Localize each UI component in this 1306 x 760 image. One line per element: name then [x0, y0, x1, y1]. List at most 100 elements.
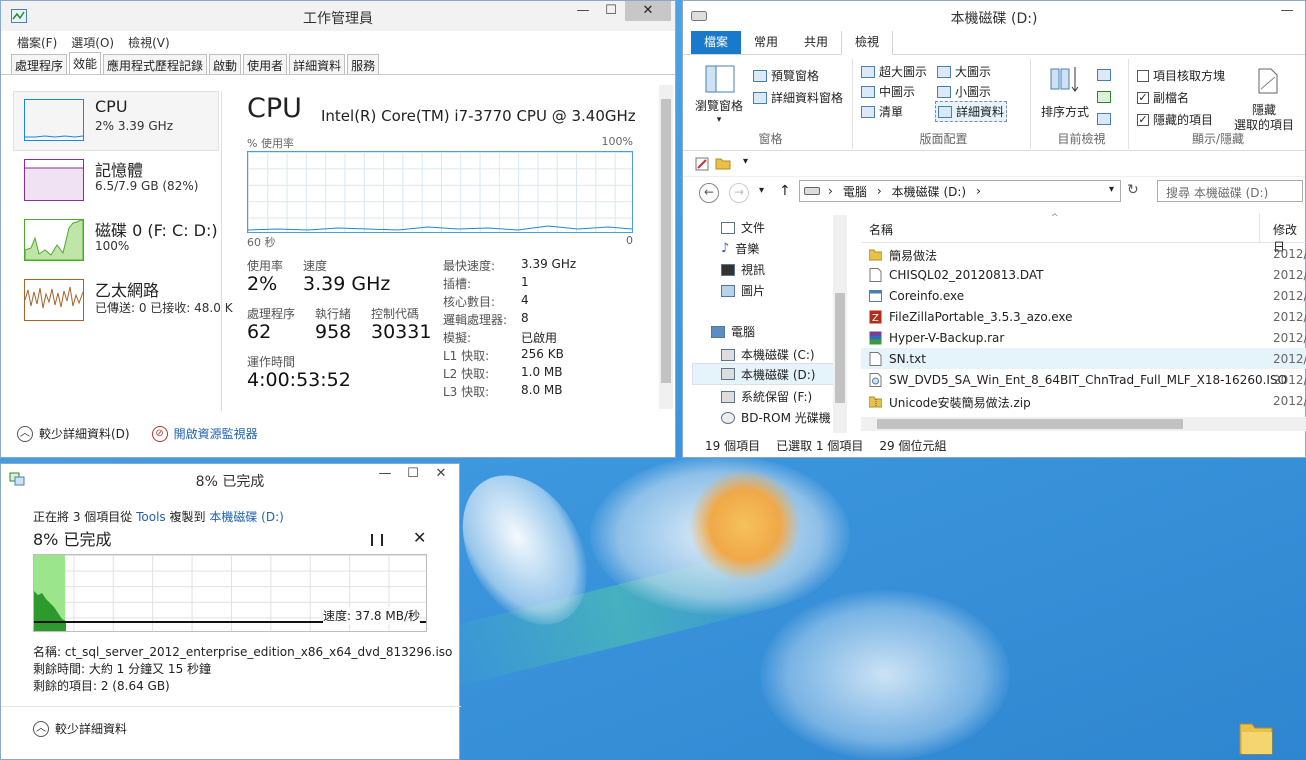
- navigation-pane-icon[interactable]: [705, 65, 735, 93]
- layout-small[interactable]: 小圖示: [937, 83, 991, 100]
- title-bar[interactable]: 工作管理員 — ☐ ✕: [1, 1, 675, 31]
- column-divider[interactable]: [1259, 213, 1260, 243]
- tab-view[interactable]: 檢視: [841, 28, 894, 55]
- folder-icon[interactable]: [1238, 714, 1274, 756]
- layout-large[interactable]: 大圖示: [937, 63, 991, 80]
- file-row[interactable]: SN.txt 2012/: [861, 348, 1306, 369]
- nav-item-drive-d[interactable]: 本機磁碟 (D:): [691, 363, 837, 385]
- destination-link[interactable]: 本機磁碟 (D:): [209, 510, 283, 524]
- fewer-details-link[interactable]: 較少詳細資料: [55, 720, 127, 737]
- layout-extra-large[interactable]: 超大圖示: [861, 63, 927, 80]
- customize-toolbar-icon[interactable]: ▾: [743, 156, 748, 167]
- menu-view[interactable]: 檢視(V): [128, 34, 170, 51]
- resource-item-disk[interactable]: 磁碟 0 (F: C: D:) 100%: [13, 211, 219, 271]
- pane-divider[interactable]: [221, 91, 222, 411]
- layout-medium[interactable]: 中圖示: [861, 83, 915, 100]
- file-row[interactable]: Hyper-V-Backup.rar 2012/: [861, 327, 1306, 348]
- resource-monitor-icon[interactable]: ⊘: [151, 425, 168, 442]
- nav-item-pictures[interactable]: 圖片: [721, 282, 765, 299]
- file-row[interactable]: CHISQL02_20120813.DAT 2012/: [861, 264, 1306, 285]
- properties-icon[interactable]: [695, 157, 709, 171]
- back-button[interactable]: ←: [699, 183, 719, 203]
- breadcrumb-computer[interactable]: 電腦: [843, 183, 867, 200]
- file-row[interactable]: 簡易做法 2012/: [861, 243, 1306, 264]
- minimize-button[interactable]: —: [569, 1, 597, 21]
- navigation-pane-button[interactable]: 瀏覽窗格 ▾: [695, 99, 743, 127]
- fewer-details-link[interactable]: 較少詳細資料(D): [39, 425, 130, 442]
- checkbox[interactable]: [1137, 69, 1149, 82]
- file-row[interactable]: Coreinfo.exe 2012/: [861, 285, 1306, 306]
- tab-app-history[interactable]: 應用程式歷程記錄: [103, 54, 208, 74]
- tab-users[interactable]: 使用者: [243, 54, 288, 74]
- chevron-up-icon[interactable]: ︿: [33, 720, 49, 737]
- item-checkboxes-toggle[interactable]: 項目核取方塊: [1137, 67, 1225, 84]
- source-link[interactable]: Tools: [136, 510, 166, 524]
- resource-item-ethernet[interactable]: 乙太網路 已傳送: 0 已接收: 48.0 K: [13, 271, 233, 331]
- nav-item-computer[interactable]: 電腦: [711, 323, 755, 340]
- sort-by-button[interactable]: 排序方式: [1041, 103, 1089, 120]
- resource-item-memory[interactable]: 記憶體 6.5/7.9 GB (82%): [13, 151, 219, 211]
- file-row[interactable]: SW_DVD5_SA_Win_Ent_8_64BIT_ChnTrad_Full_…: [861, 369, 1306, 390]
- layout-list[interactable]: 清單: [861, 103, 903, 120]
- checkbox-checked[interactable]: ✓: [1137, 113, 1149, 126]
- tab-share[interactable]: 共用: [791, 29, 841, 54]
- vertical-scrollbar[interactable]: [659, 85, 673, 409]
- forward-button[interactable]: →: [729, 183, 749, 203]
- tab-file[interactable]: 檔案: [691, 29, 742, 54]
- group-by-icon[interactable]: [1097, 69, 1111, 81]
- preview-pane-button[interactable]: 預覽窗格: [753, 67, 819, 84]
- layout-details[interactable]: 詳細資料: [935, 101, 1008, 122]
- menu-options[interactable]: 選項(O): [71, 34, 114, 51]
- add-columns-icon[interactable]: [1097, 91, 1111, 103]
- hide-selected-button[interactable]: 隱藏 選取的項目: [1229, 103, 1299, 133]
- refresh-icon[interactable]: ↻: [1127, 182, 1139, 198]
- nav-item-bd-rom[interactable]: BD-ROM 光碟機: [721, 409, 831, 426]
- resource-item-cpu[interactable]: CPU 2% 3.39 GHz: [13, 91, 219, 151]
- nav-item-videos[interactable]: 視訊: [721, 261, 765, 278]
- breadcrumb-current[interactable]: 本機磁碟 (D:): [892, 183, 966, 200]
- maximize-button[interactable]: ☐: [399, 464, 427, 484]
- hidden-items-toggle[interactable]: ✓ 隱藏的項目: [1137, 111, 1213, 128]
- search-box[interactable]: 搜尋 本機磁碟 (D:): [1157, 180, 1303, 202]
- scroll-thumb[interactable]: [835, 293, 845, 403]
- up-button[interactable]: ↑: [779, 183, 791, 199]
- nav-scrollbar[interactable]: [833, 215, 847, 433]
- tab-services[interactable]: 服務: [347, 54, 380, 74]
- open-resource-monitor-link[interactable]: 開啟資源監視器: [174, 425, 258, 442]
- close-button[interactable]: ✕: [427, 464, 455, 484]
- tab-home[interactable]: 常用: [741, 29, 791, 54]
- checkbox-checked[interactable]: ✓: [1137, 91, 1149, 104]
- scroll-thumb[interactable]: [877, 419, 1183, 429]
- menu-file[interactable]: 檔案(F): [17, 34, 57, 51]
- new-folder-icon[interactable]: [715, 156, 731, 170]
- nav-item-drive-f[interactable]: 系統保留 (F:): [721, 388, 812, 405]
- tab-processes[interactable]: 處理程序: [11, 54, 68, 74]
- address-bar[interactable]: › 電腦 › 本機磁碟 (D:) › ▾: [799, 180, 1121, 202]
- details-pane-button[interactable]: 詳細資料窗格: [753, 89, 843, 106]
- tab-details[interactable]: 詳細資料: [289, 54, 346, 74]
- tab-performance[interactable]: 效能: [69, 52, 102, 74]
- file-extensions-toggle[interactable]: ✓ 副檔名: [1137, 89, 1189, 106]
- size-columns-icon[interactable]: [1097, 113, 1111, 125]
- address-dropdown-icon[interactable]: ▾: [1109, 184, 1114, 195]
- pause-button[interactable]: ❙❙: [367, 532, 387, 546]
- title-bar[interactable]: 8% 已完成 — ☐ ✕: [1, 464, 459, 494]
- hide-selected-icon[interactable]: [1255, 67, 1279, 95]
- chevron-up-icon[interactable]: ︿: [17, 425, 33, 442]
- nav-item-documents[interactable]: 文件: [721, 219, 765, 236]
- sort-icon[interactable]: [1049, 65, 1081, 93]
- close-button[interactable]: ✕: [625, 1, 671, 21]
- column-name[interactable]: 名稱: [869, 221, 893, 238]
- scroll-thumb[interactable]: [661, 99, 671, 383]
- horizontal-scrollbar[interactable]: [861, 417, 1306, 431]
- recent-locations-icon[interactable]: ▾: [759, 185, 764, 196]
- cancel-button[interactable]: ✕: [413, 528, 426, 547]
- file-row[interactable]: Unicode安裝簡易做法.zip 2012/: [861, 390, 1306, 411]
- nav-item-drive-c[interactable]: 本機磁碟 (C:): [721, 346, 815, 363]
- tab-startup[interactable]: 啟動: [209, 54, 242, 74]
- title-bar[interactable]: 本機磁碟 (D:) —: [683, 1, 1305, 31]
- nav-item-music[interactable]: ♪ 音樂: [721, 240, 759, 257]
- file-row[interactable]: Z FileZillaPortable_3.5.3_azo.exe 2012/: [861, 306, 1306, 327]
- minimize-button[interactable]: —: [1273, 1, 1301, 21]
- minimize-button[interactable]: —: [371, 464, 399, 484]
